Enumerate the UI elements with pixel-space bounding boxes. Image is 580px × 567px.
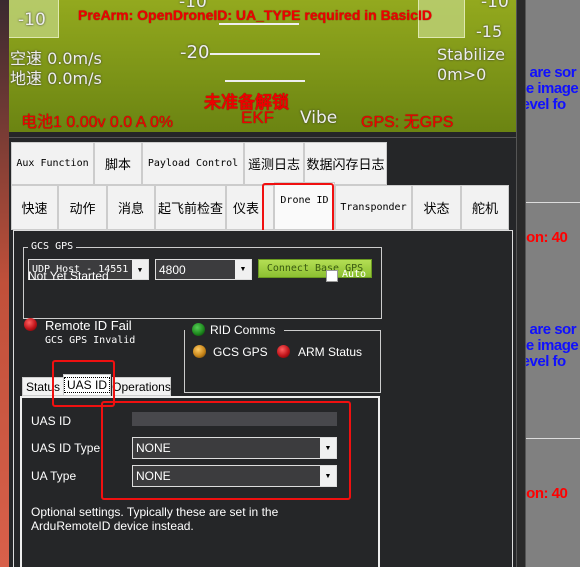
chevron-down-icon: ▼ bbox=[132, 260, 148, 279]
baud-select[interactable]: 4800 ▼ bbox=[155, 259, 252, 280]
pitch-line bbox=[225, 80, 305, 82]
highlight-box bbox=[262, 183, 334, 233]
rid-comms-led bbox=[192, 323, 205, 336]
auto-label: Auto bbox=[342, 269, 367, 280]
tab-servo[interactable]: 舵机 bbox=[461, 185, 509, 230]
optional-settings-note: Optional settings. Typically these are s… bbox=[31, 505, 279, 533]
message-text: e are sor bbox=[526, 64, 577, 81]
groundspeed: 地速 0.0m/s bbox=[10, 69, 102, 88]
divider bbox=[284, 330, 381, 331]
tab-aux-function[interactable]: Aux Function bbox=[11, 142, 94, 185]
gcs-gps-led bbox=[193, 345, 206, 358]
message-text: level fo bbox=[526, 96, 566, 113]
tab-actions[interactable]: 动作 bbox=[58, 185, 107, 230]
tab-telemetry-logs[interactable]: 遥测日志 bbox=[244, 142, 304, 185]
highlight-box bbox=[101, 401, 351, 500]
message-text: tion: 40 bbox=[526, 229, 568, 246]
hud: -10 -10 -15 -10 -20 PreArm: OpenDroneID:… bbox=[9, 0, 516, 132]
tab-scripts[interactable]: 脚本 bbox=[94, 142, 142, 185]
gcs-gps-label: GCS GPS bbox=[213, 345, 268, 359]
tab-transponder[interactable]: Transponder bbox=[335, 185, 412, 230]
auto-checkbox[interactable] bbox=[326, 270, 338, 282]
altitude-readout: 0m>0 bbox=[437, 65, 487, 84]
pitch-line bbox=[219, 23, 299, 25]
baud-value: 4800 bbox=[159, 262, 186, 277]
uas-id-type-label: UAS ID Type bbox=[31, 441, 101, 455]
indicator-group bbox=[184, 330, 381, 393]
remote-id-substatus: GCS GPS Invalid bbox=[45, 335, 136, 346]
gcs-gps-group bbox=[23, 247, 382, 319]
message-text: level fo bbox=[526, 353, 566, 370]
remote-id-status: Remote ID Fail bbox=[45, 318, 132, 333]
arm-status-led bbox=[277, 345, 290, 358]
gps-status: GPS: 无GPS bbox=[361, 114, 454, 131]
alt-tape-bottom: -15 bbox=[476, 22, 503, 41]
prearm-message: PreArm: OpenDroneID: UA_TYPE required in… bbox=[78, 7, 432, 23]
ua-type-label: UA Type bbox=[31, 469, 77, 483]
right-panel: e are sor ve image level fo tion: 40 e a… bbox=[526, 0, 580, 567]
divider bbox=[9, 137, 516, 138]
message-text: ve image bbox=[526, 337, 579, 354]
splitter[interactable] bbox=[516, 0, 526, 567]
message-text: ve image bbox=[526, 80, 579, 97]
remote-id-led bbox=[24, 318, 37, 331]
gcs-gps-title: GCS GPS bbox=[28, 241, 77, 252]
tab-status[interactable]: 状态 bbox=[412, 185, 461, 230]
tab-quick[interactable]: 快速 bbox=[11, 185, 58, 230]
ekf-status[interactable]: EKF bbox=[241, 108, 274, 128]
uas-id-label: UAS ID bbox=[31, 414, 72, 428]
pitch-line bbox=[210, 53, 320, 55]
flight-mode: Stabilize bbox=[437, 45, 505, 64]
rid-comms-label: RID Comms bbox=[210, 323, 276, 337]
pitch-label-mid: -20 bbox=[180, 42, 210, 63]
divider bbox=[526, 438, 580, 439]
desktop-background bbox=[0, 0, 9, 567]
message-text: tion: 40 bbox=[526, 485, 568, 502]
tab-payload-control[interactable]: Payload Control bbox=[142, 142, 244, 185]
divider bbox=[526, 202, 580, 203]
arm-status-label: ARM Status bbox=[298, 345, 363, 359]
message-text: e are sor bbox=[526, 321, 577, 338]
tab-messages[interactable]: 消息 bbox=[107, 185, 155, 230]
vibe-status[interactable]: Vibe bbox=[300, 108, 337, 128]
subtab-operations[interactable]: Operations bbox=[112, 377, 171, 396]
gps-status-text: Not Yet Started bbox=[28, 269, 109, 283]
alt-tape-top: -10 bbox=[481, 0, 509, 12]
battery-status: 电池1 0.00v 0.0 A 0% bbox=[21, 114, 174, 131]
chevron-down-icon: ▼ bbox=[235, 260, 251, 279]
tab-dataflash-logs[interactable]: 数据闪存日志 bbox=[304, 142, 387, 185]
speed-tape-value: -10 bbox=[18, 10, 46, 30]
tab-preflight[interactable]: 起飞前检查 bbox=[155, 185, 226, 230]
highlight-box bbox=[52, 360, 115, 407]
